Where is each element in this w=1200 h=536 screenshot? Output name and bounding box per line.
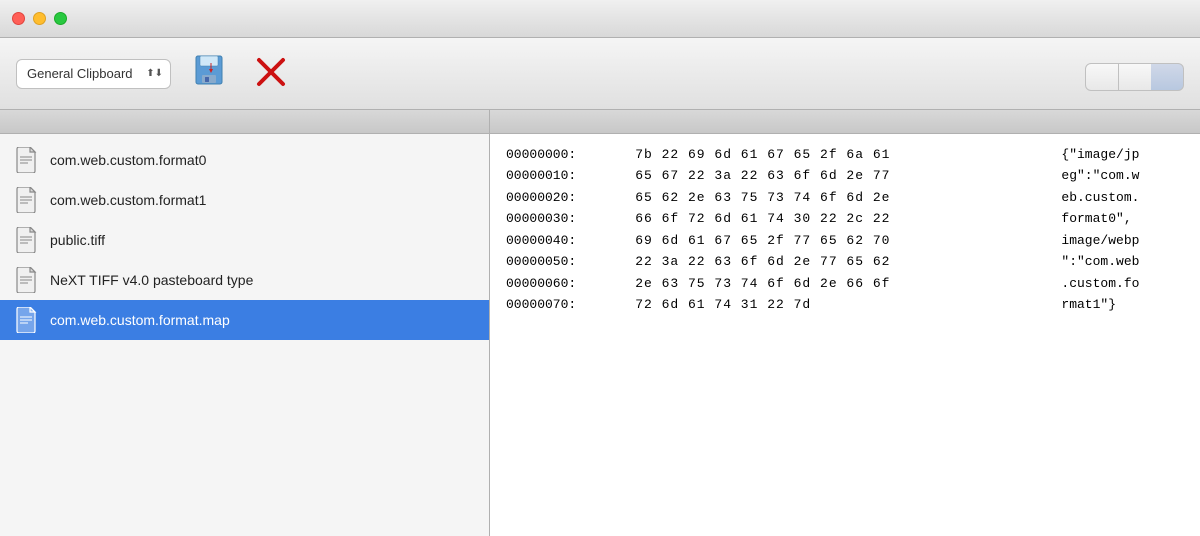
view-as-section [1085,57,1184,91]
ascii-view-button[interactable] [1085,63,1119,91]
format-name: com.web.custom.format.map [50,312,230,328]
hex-table: 00000000:7b 22 69 6d 61 67 65 2f 6a 61{"… [506,144,1184,316]
hex-bytes: 2e 63 75 73 74 6f 6d 2e 66 6f [635,273,1061,294]
hex-bytes: 72 6d 61 74 31 22 7d [635,294,1061,315]
hex-address: 00000050: [506,251,635,272]
hex-address: 00000000: [506,144,635,165]
hex-row: 00000070:72 6d 61 74 31 22 7drmat1"} [506,294,1184,315]
hex-ascii: rmat1"} [1061,294,1184,315]
format-name: com.web.custom.format1 [50,192,206,208]
clear-clipboard-button[interactable] [251,52,291,96]
hex-row: 00000050:22 3a 22 63 6f 6d 2e 77 65 62":… [506,251,1184,272]
hex-address: 00000020: [506,187,635,208]
hex-bytes: 65 62 2e 63 75 73 74 6f 6d 2e [635,187,1061,208]
file-icon [16,147,38,173]
hex-bytes: 65 67 22 3a 22 63 6f 6d 2e 77 [635,165,1061,186]
save-to-disk-button[interactable] [191,52,231,96]
file-icon [16,227,38,253]
hex-address: 00000030: [506,208,635,229]
hex-ascii: format0", [1061,208,1184,229]
format-item-3[interactable]: NeXT TIFF v4.0 pasteboard type [0,260,489,300]
close-button[interactable] [12,12,25,25]
general-clipboard-label [0,110,490,133]
file-icon [16,187,38,213]
hex-view-panel: 00000000:7b 22 69 6d 61 67 65 2f 6a 61{"… [490,134,1200,536]
hex-bytes: 7b 22 69 6d 61 67 65 2f 6a 61 [635,144,1061,165]
hex-view-button[interactable] [1119,63,1151,91]
clipboard-label-bar [0,110,1200,134]
hex-row: 00000030:66 6f 72 6d 61 74 30 22 2c 22fo… [506,208,1184,229]
hex-ascii: eb.custom. [1061,187,1184,208]
hex-row: 00000000:7b 22 69 6d 61 67 65 2f 6a 61{"… [506,144,1184,165]
hex-bytes: 66 6f 72 6d 61 74 30 22 2c 22 [635,208,1061,229]
clipboard-select-wrapper: General Clipboard Find Clipboard ⬆⬇ [16,59,171,89]
file-icon [16,267,38,293]
hex-address: 00000060: [506,273,635,294]
hex-ascii: .custom.fo [1061,273,1184,294]
window-controls [12,12,67,25]
minimize-button[interactable] [33,12,46,25]
format-item-2[interactable]: public.tiff [0,220,489,260]
hex-bytes: 22 3a 22 63 6f 6d 2e 77 65 62 [635,251,1061,272]
hex-bytes: 69 6d 61 67 65 2f 77 65 62 70 [635,230,1061,251]
hex-row: 00000040:69 6d 61 67 65 2f 77 65 62 70im… [506,230,1184,251]
toolbar: General Clipboard Find Clipboard ⬆⬇ [0,38,1200,110]
hex-ascii: eg":"com.w [1061,165,1184,186]
hex-address: 00000070: [506,294,635,315]
clear-clipboard-icon [251,52,291,92]
format-name: public.tiff [50,232,105,248]
both-view-button[interactable] [1151,63,1184,91]
titlebar [0,0,1200,38]
format-name: com.web.custom.format0 [50,152,206,168]
hex-ascii: ":"com.web [1061,251,1184,272]
view-as-buttons [1085,63,1184,91]
hex-row: 00000010:65 67 22 3a 22 63 6f 6d 2e 77eg… [506,165,1184,186]
hex-ascii: {"image/jp [1061,144,1184,165]
format-item-1[interactable]: com.web.custom.format1 [0,180,489,220]
format-name: NeXT TIFF v4.0 pasteboard type [50,272,253,288]
file-icon [16,307,38,333]
hex-ascii: image/webp [1061,230,1184,251]
format-item-0[interactable]: com.web.custom.format0 [0,140,489,180]
format-list: com.web.custom.format0 com.web.custom.fo… [0,134,490,536]
clipboard-select[interactable]: General Clipboard Find Clipboard [16,59,171,89]
main-content: com.web.custom.format0 com.web.custom.fo… [0,134,1200,536]
hex-row: 00000020:65 62 2e 63 75 73 74 6f 6d 2eeb… [506,187,1184,208]
format-item-4[interactable]: com.web.custom.format.map [0,300,489,340]
hex-address: 00000010: [506,165,635,186]
hex-address: 00000040: [506,230,635,251]
hex-row: 00000060:2e 63 75 73 74 6f 6d 2e 66 6f.c… [506,273,1184,294]
maximize-button[interactable] [54,12,67,25]
save-disk-icon [191,52,231,92]
clipboard-toolbar-label [490,110,1200,133]
